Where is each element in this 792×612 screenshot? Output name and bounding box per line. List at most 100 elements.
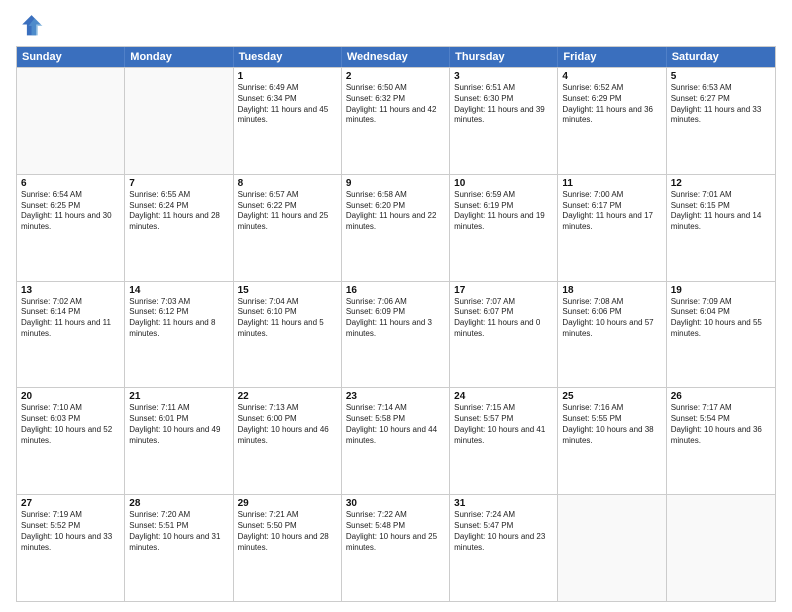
calendar-cell: 22Sunrise: 7:13 AM Sunset: 6:00 PM Dayli…	[234, 388, 342, 494]
calendar-cell: 24Sunrise: 7:15 AM Sunset: 5:57 PM Dayli…	[450, 388, 558, 494]
calendar-cell: 27Sunrise: 7:19 AM Sunset: 5:52 PM Dayli…	[17, 495, 125, 601]
day-info: Sunrise: 7:10 AM Sunset: 6:03 PM Dayligh…	[21, 403, 120, 446]
day-number: 18	[562, 285, 661, 296]
calendar-cell: 30Sunrise: 7:22 AM Sunset: 5:48 PM Dayli…	[342, 495, 450, 601]
calendar-week-3: 13Sunrise: 7:02 AM Sunset: 6:14 PM Dayli…	[17, 281, 775, 388]
day-header-saturday: Saturday	[667, 47, 775, 67]
day-number: 9	[346, 178, 445, 189]
day-info: Sunrise: 7:03 AM Sunset: 6:12 PM Dayligh…	[129, 297, 228, 340]
calendar-cell: 8Sunrise: 6:57 AM Sunset: 6:22 PM Daylig…	[234, 175, 342, 281]
day-number: 1	[238, 71, 337, 82]
day-info: Sunrise: 7:24 AM Sunset: 5:47 PM Dayligh…	[454, 510, 553, 553]
day-info: Sunrise: 6:53 AM Sunset: 6:27 PM Dayligh…	[671, 83, 771, 126]
calendar-header: SundayMondayTuesdayWednesdayThursdayFrid…	[17, 47, 775, 67]
day-number: 13	[21, 285, 120, 296]
calendar-cell: 20Sunrise: 7:10 AM Sunset: 6:03 PM Dayli…	[17, 388, 125, 494]
day-number: 19	[671, 285, 771, 296]
day-header-tuesday: Tuesday	[234, 47, 342, 67]
day-info: Sunrise: 7:06 AM Sunset: 6:09 PM Dayligh…	[346, 297, 445, 340]
day-number: 12	[671, 178, 771, 189]
day-info: Sunrise: 7:16 AM Sunset: 5:55 PM Dayligh…	[562, 403, 661, 446]
calendar-cell: 29Sunrise: 7:21 AM Sunset: 5:50 PM Dayli…	[234, 495, 342, 601]
day-number: 23	[346, 391, 445, 402]
day-info: Sunrise: 6:49 AM Sunset: 6:34 PM Dayligh…	[238, 83, 337, 126]
day-number: 20	[21, 391, 120, 402]
day-info: Sunrise: 6:51 AM Sunset: 6:30 PM Dayligh…	[454, 83, 553, 126]
day-number: 4	[562, 71, 661, 82]
calendar-cell	[667, 495, 775, 601]
calendar-cell: 14Sunrise: 7:03 AM Sunset: 6:12 PM Dayli…	[125, 282, 233, 388]
calendar-cell: 26Sunrise: 7:17 AM Sunset: 5:54 PM Dayli…	[667, 388, 775, 494]
calendar-cell: 15Sunrise: 7:04 AM Sunset: 6:10 PM Dayli…	[234, 282, 342, 388]
calendar-cell: 7Sunrise: 6:55 AM Sunset: 6:24 PM Daylig…	[125, 175, 233, 281]
calendar-week-1: 1Sunrise: 6:49 AM Sunset: 6:34 PM Daylig…	[17, 67, 775, 174]
day-number: 31	[454, 498, 553, 509]
calendar-cell: 11Sunrise: 7:00 AM Sunset: 6:17 PM Dayli…	[558, 175, 666, 281]
day-number: 15	[238, 285, 337, 296]
calendar-cell: 2Sunrise: 6:50 AM Sunset: 6:32 PM Daylig…	[342, 68, 450, 174]
day-info: Sunrise: 6:50 AM Sunset: 6:32 PM Dayligh…	[346, 83, 445, 126]
day-header-thursday: Thursday	[450, 47, 558, 67]
day-number: 30	[346, 498, 445, 509]
calendar-cell: 12Sunrise: 7:01 AM Sunset: 6:15 PM Dayli…	[667, 175, 775, 281]
calendar-cell	[125, 68, 233, 174]
day-number: 16	[346, 285, 445, 296]
day-number: 8	[238, 178, 337, 189]
day-info: Sunrise: 7:15 AM Sunset: 5:57 PM Dayligh…	[454, 403, 553, 446]
day-info: Sunrise: 7:07 AM Sunset: 6:07 PM Dayligh…	[454, 297, 553, 340]
day-header-sunday: Sunday	[17, 47, 125, 67]
calendar-cell: 18Sunrise: 7:08 AM Sunset: 6:06 PM Dayli…	[558, 282, 666, 388]
calendar: SundayMondayTuesdayWednesdayThursdayFrid…	[16, 46, 776, 602]
logo-icon	[16, 12, 44, 40]
day-number: 26	[671, 391, 771, 402]
calendar-cell	[558, 495, 666, 601]
logo	[16, 12, 48, 40]
calendar-cell: 9Sunrise: 6:58 AM Sunset: 6:20 PM Daylig…	[342, 175, 450, 281]
day-info: Sunrise: 7:09 AM Sunset: 6:04 PM Dayligh…	[671, 297, 771, 340]
calendar-cell: 25Sunrise: 7:16 AM Sunset: 5:55 PM Dayli…	[558, 388, 666, 494]
calendar-cell: 19Sunrise: 7:09 AM Sunset: 6:04 PM Dayli…	[667, 282, 775, 388]
day-info: Sunrise: 6:54 AM Sunset: 6:25 PM Dayligh…	[21, 190, 120, 233]
header	[16, 12, 776, 40]
day-number: 21	[129, 391, 228, 402]
calendar-cell: 4Sunrise: 6:52 AM Sunset: 6:29 PM Daylig…	[558, 68, 666, 174]
day-number: 3	[454, 71, 553, 82]
calendar-week-5: 27Sunrise: 7:19 AM Sunset: 5:52 PM Dayli…	[17, 494, 775, 601]
calendar-week-4: 20Sunrise: 7:10 AM Sunset: 6:03 PM Dayli…	[17, 387, 775, 494]
calendar-cell: 16Sunrise: 7:06 AM Sunset: 6:09 PM Dayli…	[342, 282, 450, 388]
day-number: 7	[129, 178, 228, 189]
day-info: Sunrise: 7:02 AM Sunset: 6:14 PM Dayligh…	[21, 297, 120, 340]
calendar-cell: 6Sunrise: 6:54 AM Sunset: 6:25 PM Daylig…	[17, 175, 125, 281]
calendar-cell: 17Sunrise: 7:07 AM Sunset: 6:07 PM Dayli…	[450, 282, 558, 388]
day-info: Sunrise: 7:08 AM Sunset: 6:06 PM Dayligh…	[562, 297, 661, 340]
calendar-cell: 1Sunrise: 6:49 AM Sunset: 6:34 PM Daylig…	[234, 68, 342, 174]
day-info: Sunrise: 7:00 AM Sunset: 6:17 PM Dayligh…	[562, 190, 661, 233]
day-info: Sunrise: 6:57 AM Sunset: 6:22 PM Dayligh…	[238, 190, 337, 233]
calendar-cell: 10Sunrise: 6:59 AM Sunset: 6:19 PM Dayli…	[450, 175, 558, 281]
day-number: 27	[21, 498, 120, 509]
calendar-cell: 28Sunrise: 7:20 AM Sunset: 5:51 PM Dayli…	[125, 495, 233, 601]
calendar-cell: 23Sunrise: 7:14 AM Sunset: 5:58 PM Dayli…	[342, 388, 450, 494]
calendar-cell	[17, 68, 125, 174]
day-info: Sunrise: 7:14 AM Sunset: 5:58 PM Dayligh…	[346, 403, 445, 446]
calendar-cell: 13Sunrise: 7:02 AM Sunset: 6:14 PM Dayli…	[17, 282, 125, 388]
calendar-cell: 31Sunrise: 7:24 AM Sunset: 5:47 PM Dayli…	[450, 495, 558, 601]
day-number: 24	[454, 391, 553, 402]
day-number: 22	[238, 391, 337, 402]
day-number: 17	[454, 285, 553, 296]
day-info: Sunrise: 7:22 AM Sunset: 5:48 PM Dayligh…	[346, 510, 445, 553]
day-number: 11	[562, 178, 661, 189]
day-info: Sunrise: 7:17 AM Sunset: 5:54 PM Dayligh…	[671, 403, 771, 446]
day-number: 25	[562, 391, 661, 402]
calendar-week-2: 6Sunrise: 6:54 AM Sunset: 6:25 PM Daylig…	[17, 174, 775, 281]
day-number: 2	[346, 71, 445, 82]
calendar-cell: 5Sunrise: 6:53 AM Sunset: 6:27 PM Daylig…	[667, 68, 775, 174]
day-info: Sunrise: 7:21 AM Sunset: 5:50 PM Dayligh…	[238, 510, 337, 553]
day-info: Sunrise: 7:04 AM Sunset: 6:10 PM Dayligh…	[238, 297, 337, 340]
day-info: Sunrise: 7:11 AM Sunset: 6:01 PM Dayligh…	[129, 403, 228, 446]
day-info: Sunrise: 7:01 AM Sunset: 6:15 PM Dayligh…	[671, 190, 771, 233]
day-info: Sunrise: 6:52 AM Sunset: 6:29 PM Dayligh…	[562, 83, 661, 126]
day-info: Sunrise: 7:20 AM Sunset: 5:51 PM Dayligh…	[129, 510, 228, 553]
day-header-wednesday: Wednesday	[342, 47, 450, 67]
day-number: 28	[129, 498, 228, 509]
